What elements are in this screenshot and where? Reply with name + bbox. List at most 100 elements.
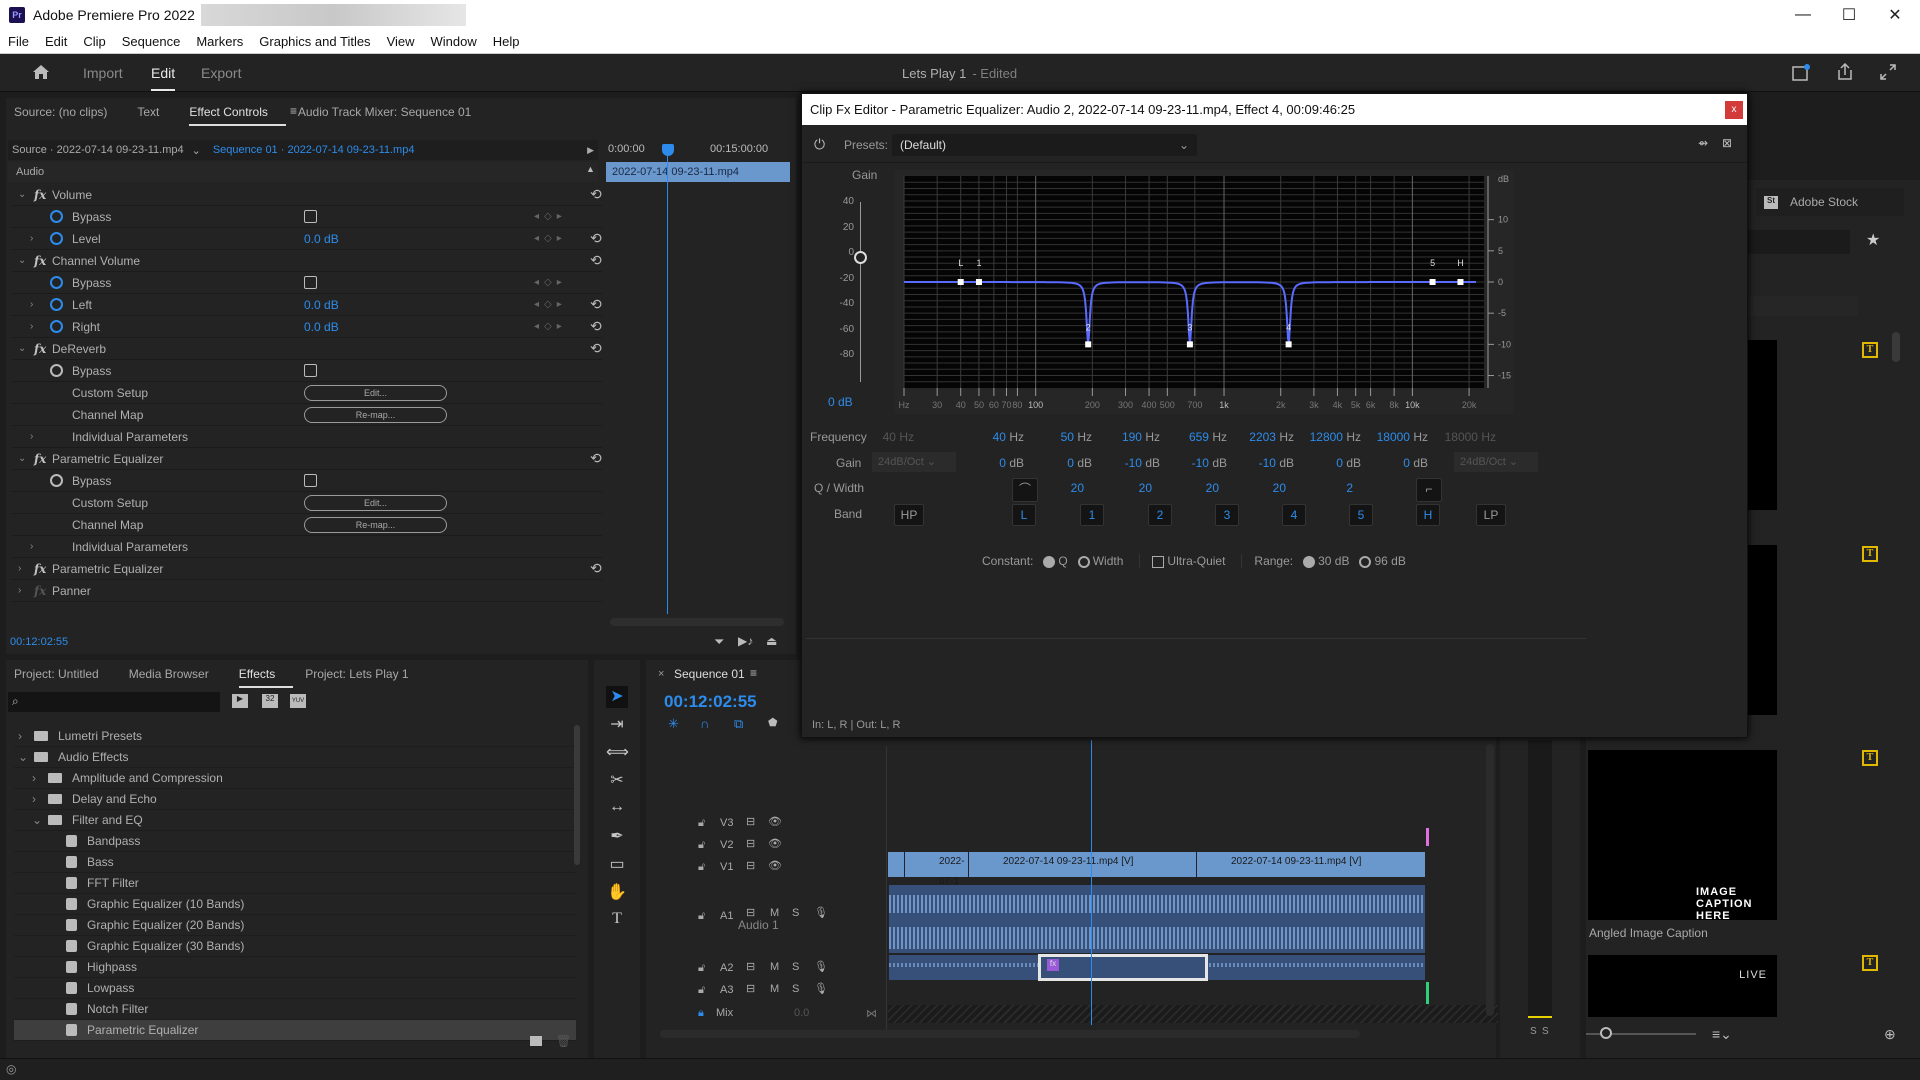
- export-icon[interactable]: ⏏: [766, 634, 777, 648]
- gain-slider-track[interactable]: [860, 202, 861, 382]
- creative-cloud-icon[interactable]: ◎: [6, 1062, 16, 1076]
- close-sequence-icon[interactable]: ×: [658, 668, 664, 680]
- stopwatch-icon[interactable]: [50, 210, 63, 223]
- presets-dropdown[interactable]: (Default) ⌄: [892, 134, 1197, 156]
- lock-icon[interactable]: 🔓︎: [698, 817, 705, 830]
- template-thumbnail[interactable]: LIVE: [1588, 955, 1777, 1017]
- voiceover-mic-icon[interactable]: 🎙︎: [814, 906, 828, 919]
- edit-button[interactable]: Edit...: [304, 384, 447, 401]
- band-gain[interactable]: 0 dB: [1344, 456, 1428, 470]
- effects-scrollbar[interactable]: [574, 725, 580, 865]
- tab-text[interactable]: Text: [137, 105, 159, 119]
- keyframe-nav[interactable]: ◂◇▸: [534, 277, 567, 288]
- effects-tree-item[interactable]: Graphic Equalizer (10 Bands): [14, 894, 576, 915]
- param-row[interactable]: › Left 0.0 dB ◂◇▸ ⟲: [12, 294, 602, 316]
- menu-window[interactable]: Window: [431, 34, 477, 49]
- keyframe-nav[interactable]: ◂◇▸: [534, 233, 567, 244]
- solo-right[interactable]: S: [1542, 1026, 1549, 1037]
- band-button-1[interactable]: 1: [1080, 504, 1104, 526]
- param-row[interactable]: › Level 0.0 dB ◂◇▸ ⟲: [12, 228, 602, 250]
- ultra-quiet-checkbox[interactable]: Ultra-Quiet: [1139, 554, 1225, 568]
- effects-tree-item[interactable]: Parametric Equalizer: [14, 1020, 576, 1041]
- ripple-edit-tool-icon[interactable]: ⟺: [606, 742, 629, 764]
- stopwatch-icon[interactable]: [50, 474, 63, 487]
- fullscreen-icon[interactable]: [1880, 64, 1896, 80]
- param-row[interactable]: › Individual Parameters: [12, 536, 602, 558]
- chevron-right-icon[interactable]: ›: [30, 321, 33, 332]
- routing-icon[interactable]: ⇴: [1698, 136, 1708, 150]
- tab-import[interactable]: Import: [83, 65, 123, 81]
- timeline-horizontal-scrollbar[interactable]: [660, 1030, 1360, 1038]
- new-layer-icon[interactable]: ⊕: [1884, 1026, 1896, 1043]
- lock-icon[interactable]: 🔓︎: [698, 910, 705, 923]
- param-value[interactable]: 0.0 dB: [304, 232, 339, 246]
- band-frequency[interactable]: 18000 Hz: [1412, 430, 1496, 444]
- type-tool-icon[interactable]: T: [606, 910, 628, 932]
- template-thumbnail[interactable]: IMAGE CAPTION HERE: [1588, 750, 1777, 922]
- tab-effect-controls[interactable]: Effect Controls: [189, 105, 287, 126]
- band-handle-L[interactable]: [957, 279, 964, 285]
- reset-icon[interactable]: ⟲: [590, 318, 602, 335]
- new-folder-icon[interactable]: [530, 1036, 542, 1046]
- lock-icon[interactable]: 🔓︎: [698, 861, 705, 874]
- magnet-icon[interactable]: ∩: [700, 716, 709, 731]
- effect-row[interactable]: ⌄ fx DeReverb ⟲: [12, 338, 602, 360]
- voiceover-mic-icon[interactable]: 🎙︎: [814, 982, 828, 995]
- chevron-right-icon[interactable]: ›: [30, 233, 33, 244]
- bypass-checkbox[interactable]: [304, 210, 317, 223]
- effects-search-input[interactable]: ⌕: [8, 692, 220, 712]
- chevron-down-icon[interactable]: ⌄: [18, 343, 26, 354]
- stopwatch-icon[interactable]: [50, 232, 63, 245]
- solo-left[interactable]: S: [1530, 1026, 1537, 1037]
- trash-icon[interactable]: 🗑: [556, 1034, 571, 1048]
- sync-lock-icon[interactable]: ⊟: [746, 815, 755, 828]
- collapse-up-icon[interactable]: ▲: [586, 164, 595, 174]
- effects-tree-item[interactable]: ⌄ Filter and EQ: [14, 810, 576, 831]
- reset-icon[interactable]: ⟲: [590, 340, 602, 357]
- 32bit-effects-icon[interactable]: 32: [262, 694, 278, 708]
- effects-tree-item[interactable]: › Delay and Echo: [14, 789, 576, 810]
- effects-tree-item[interactable]: Highpass: [14, 957, 576, 978]
- selection-tool-icon[interactable]: ➤: [606, 686, 628, 708]
- effects-tree-item[interactable]: Notch Filter: [14, 999, 576, 1020]
- param-row[interactable]: Channel Map Re-map...: [12, 514, 602, 536]
- effects-tree-item[interactable]: Lowpass: [14, 978, 576, 999]
- timeline-playhead[interactable]: [1091, 740, 1092, 1025]
- play-audio-icon[interactable]: ▶♪: [738, 634, 753, 648]
- share-icon[interactable]: [1836, 63, 1854, 81]
- collapse-icon[interactable]: ⋈: [866, 1007, 877, 1020]
- chevron-right-icon[interactable]: ›: [18, 729, 34, 743]
- menu-sequence[interactable]: Sequence: [122, 34, 181, 49]
- power-icon[interactable]: ⏻: [814, 136, 825, 153]
- tab-source[interactable]: Source: (no clips): [14, 105, 107, 119]
- sync-lock-icon[interactable]: ⊟: [746, 859, 755, 872]
- param-row[interactable]: › Individual Parameters: [12, 426, 602, 448]
- chevron-right-icon[interactable]: ›: [32, 792, 48, 806]
- keyframe-nav[interactable]: ◂◇▸: [534, 321, 567, 332]
- range-30db-radio[interactable]: 30 dB: [1303, 554, 1349, 568]
- sync-lock-icon[interactable]: ⊟: [746, 982, 755, 995]
- range-96db-radio[interactable]: 96 dB: [1359, 554, 1406, 568]
- effects-tree-item[interactable]: › Lumetri Presets: [14, 726, 576, 747]
- eq-graph[interactable]: Hz 30 40 50 60 70 80 100 200 300 400 500 700 1k 2k 3k 4k…: [894, 170, 1514, 414]
- reset-icon[interactable]: ⟲: [590, 450, 602, 467]
- chevron-right-icon[interactable]: ›: [18, 563, 21, 574]
- band-button-HP[interactable]: HP: [894, 504, 924, 526]
- reset-icon[interactable]: ⟲: [590, 186, 602, 203]
- accelerated-effects-icon[interactable]: ▶: [232, 694, 248, 708]
- shelf-high-shape-icon[interactable]: ⌐: [1416, 478, 1442, 502]
- graphics-scrollbar[interactable]: [1892, 332, 1900, 362]
- menu-graphics-and-titles[interactable]: Graphics and Titles: [259, 34, 370, 49]
- tab-media-browser[interactable]: Media Browser: [129, 667, 209, 681]
- param-row[interactable]: Bypass ◂◇▸: [12, 272, 602, 294]
- eye-icon[interactable]: 👁︎: [768, 815, 782, 828]
- fx-icon[interactable]: fx: [34, 254, 46, 268]
- slider-handle[interactable]: [1600, 1027, 1612, 1039]
- track-select-tool-icon[interactable]: ⇥: [606, 714, 628, 736]
- hand-tool-icon[interactable]: ✋: [606, 882, 628, 904]
- tab-edit[interactable]: Edit: [151, 65, 176, 91]
- linked-selection-icon[interactable]: ⧉: [734, 716, 743, 732]
- reset-icon[interactable]: ⟲: [590, 230, 602, 247]
- favorite-star-icon[interactable]: ★: [1866, 230, 1880, 250]
- chevron-right-icon[interactable]: ›: [18, 585, 21, 596]
